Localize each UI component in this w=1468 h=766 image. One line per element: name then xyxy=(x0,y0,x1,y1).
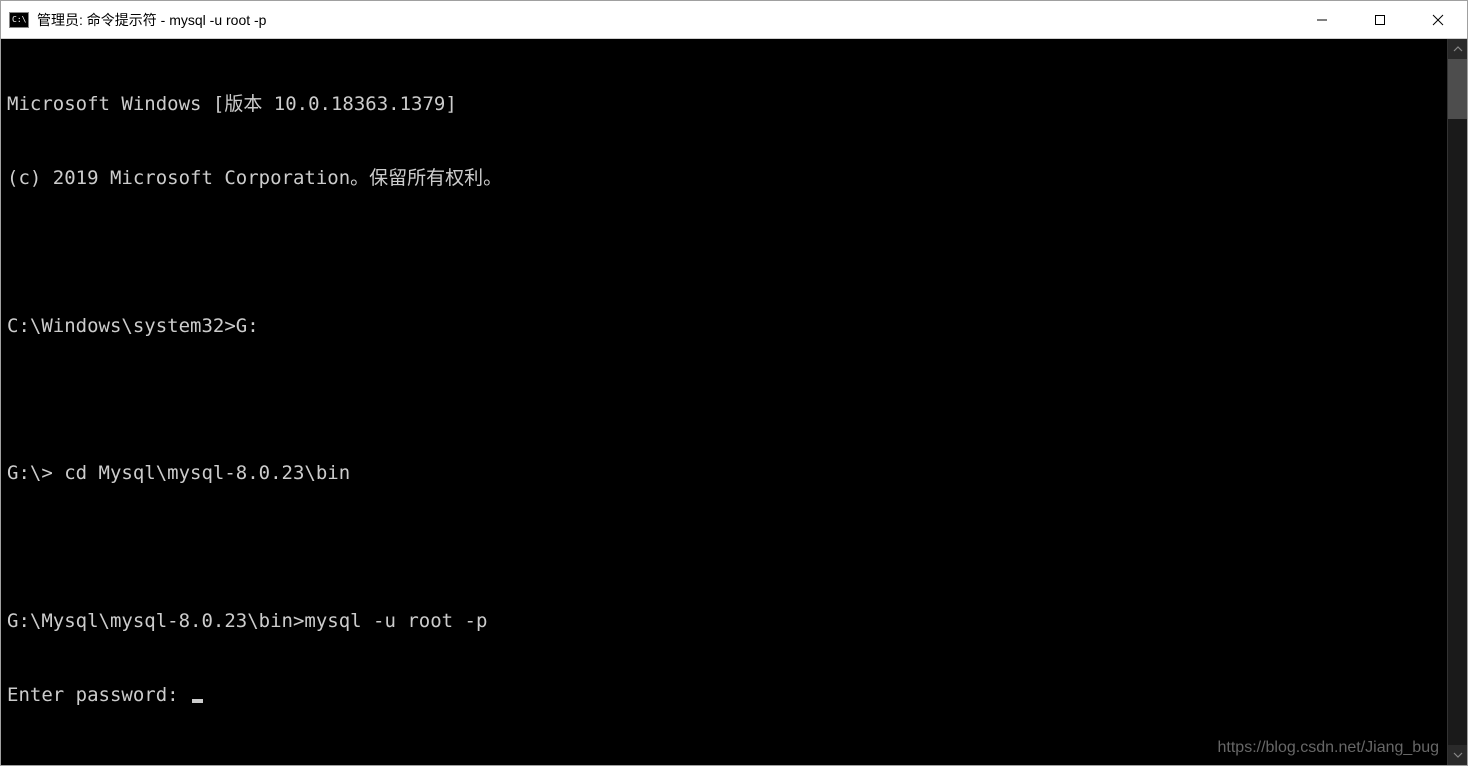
terminal-content[interactable]: Microsoft Windows [版本 10.0.18363.1379] (… xyxy=(1,39,1447,765)
minimize-button[interactable] xyxy=(1293,1,1351,38)
terminal-line: C:\Windows\system32>G: xyxy=(7,314,1441,339)
chevron-down-icon xyxy=(1453,750,1463,760)
scrollbar-down-button[interactable] xyxy=(1448,745,1467,765)
window-title: 管理员: 命令提示符 - mysql -u root -p xyxy=(37,10,1293,30)
scrollbar-thumb[interactable] xyxy=(1448,59,1467,119)
maximize-button[interactable] xyxy=(1351,1,1409,38)
terminal-line: (c) 2019 Microsoft Corporation。保留所有权利。 xyxy=(7,166,1441,191)
terminal-line: G:\> cd Mysql\mysql-8.0.23\bin xyxy=(7,461,1441,486)
window-controls xyxy=(1293,1,1467,38)
minimize-icon xyxy=(1316,14,1328,26)
terminal-line xyxy=(7,241,1441,265)
terminal-line xyxy=(7,388,1441,412)
vertical-scrollbar[interactable] xyxy=(1447,39,1467,765)
app-icon-text: C:\ xyxy=(12,16,26,24)
terminal-line: G:\Mysql\mysql-8.0.23\bin>mysql -u root … xyxy=(7,609,1441,634)
terminal-line xyxy=(7,535,1441,559)
prompt-text: Enter password: xyxy=(7,684,179,706)
close-icon xyxy=(1432,14,1444,26)
scrollbar-track[interactable] xyxy=(1448,59,1467,745)
titlebar[interactable]: C:\ 管理员: 命令提示符 - mysql -u root -p xyxy=(1,1,1467,39)
terminal-area: Microsoft Windows [版本 10.0.18363.1379] (… xyxy=(1,39,1467,765)
window-frame: C:\ 管理员: 命令提示符 - mysql -u root -p Micros… xyxy=(0,0,1468,766)
maximize-icon xyxy=(1374,14,1386,26)
close-button[interactable] xyxy=(1409,1,1467,38)
app-icon: C:\ xyxy=(9,12,29,28)
scrollbar-up-button[interactable] xyxy=(1448,39,1467,59)
terminal-line: Microsoft Windows [版本 10.0.18363.1379] xyxy=(7,92,1441,117)
terminal-line-with-cursor: Enter password: xyxy=(7,683,1441,708)
chevron-up-icon xyxy=(1453,44,1463,54)
terminal-cursor xyxy=(192,699,203,703)
